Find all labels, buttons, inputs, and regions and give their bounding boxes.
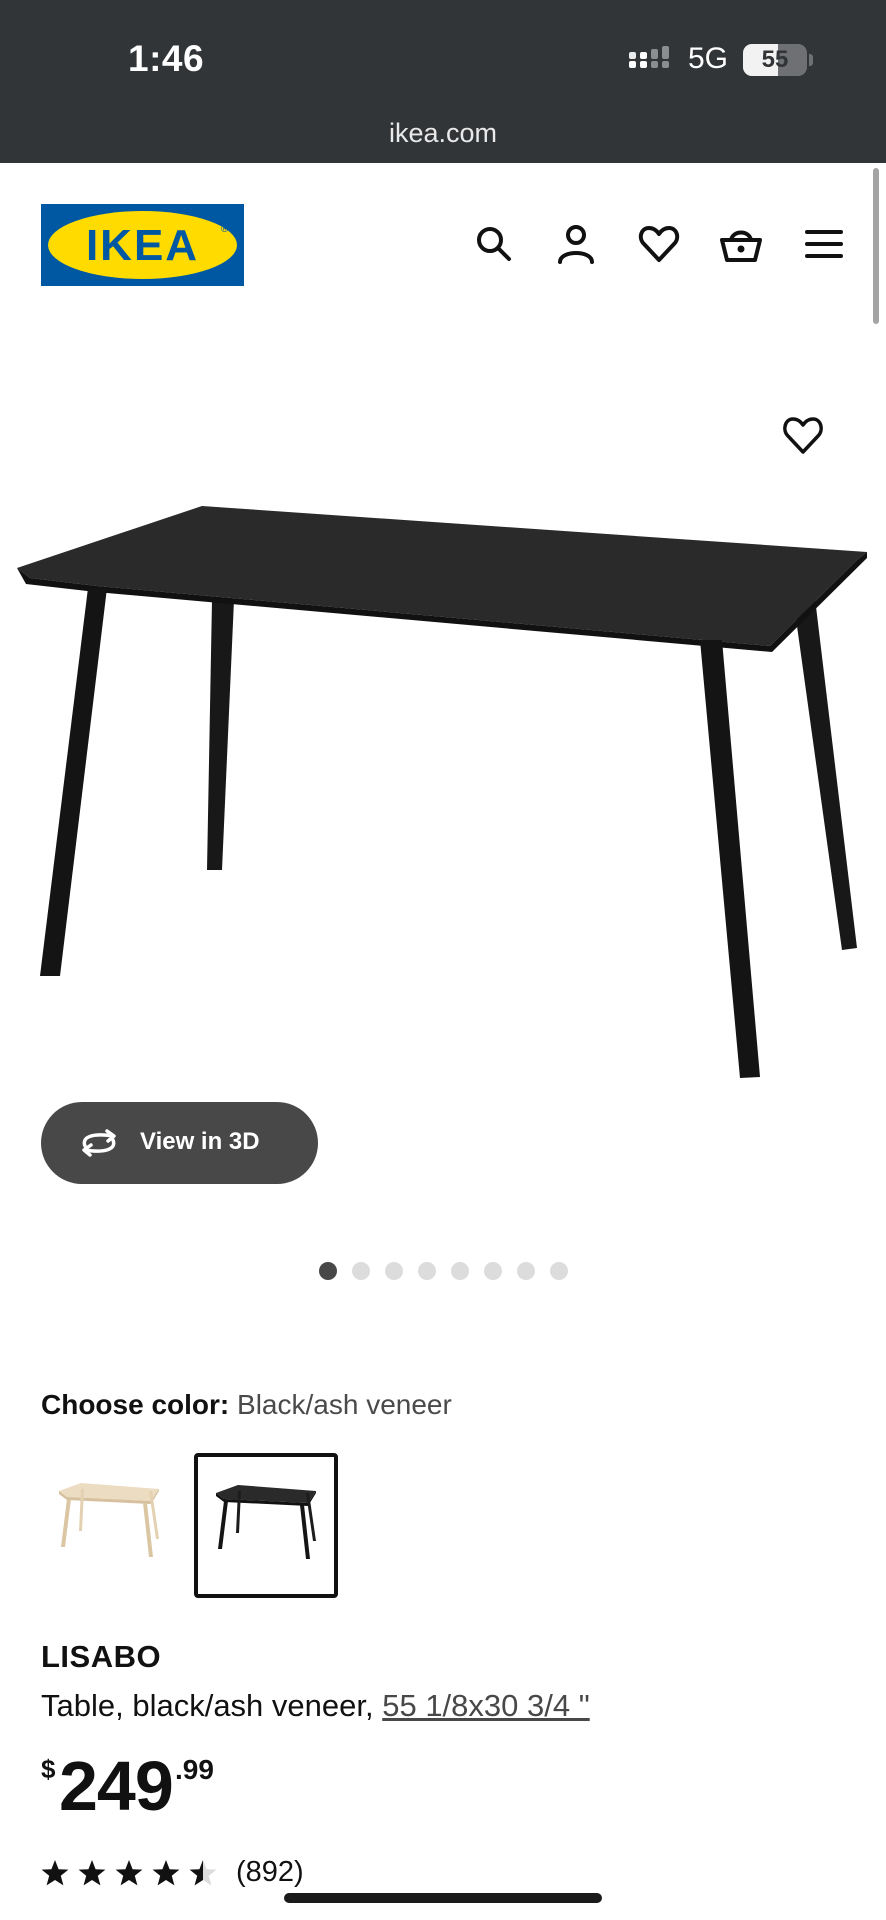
star-icon [41, 1860, 69, 1886]
home-indicator[interactable] [284, 1893, 602, 1903]
ikea-logo[interactable]: IKEA ® [41, 204, 244, 286]
pagination-dot[interactable] [352, 1262, 370, 1280]
pagination-dot[interactable] [418, 1262, 436, 1280]
battery-cap [809, 54, 813, 66]
pagination-dot[interactable] [550, 1262, 568, 1280]
menu-icon[interactable] [802, 222, 846, 266]
status-bar: 1:46 5G 55 ikea.com [0, 0, 886, 163]
signal-icon [629, 46, 669, 68]
star-icon [152, 1860, 180, 1886]
battery-level: 55 [761, 46, 789, 73]
search-icon[interactable] [472, 222, 516, 266]
pagination-dot[interactable] [451, 1262, 469, 1280]
rotate-3d-icon [82, 1129, 116, 1157]
status-time: 1:46 [128, 38, 205, 79]
address-bar[interactable]: ikea.com [0, 118, 886, 149]
rating-stars[interactable] [41, 1858, 219, 1888]
product-description: Table, black/ash veneer, 55 1/8x30 3/4 " [41, 1688, 590, 1724]
pagination-dot[interactable] [484, 1262, 502, 1280]
pagination-dot[interactable] [385, 1262, 403, 1280]
account-icon[interactable] [554, 222, 598, 266]
pagination-dot[interactable] [319, 1262, 337, 1280]
choose-color-label: Choose color: [41, 1389, 230, 1420]
pagination-dot[interactable] [517, 1262, 535, 1280]
product-type: Table, black/ash veneer, [41, 1688, 383, 1723]
product-image[interactable] [12, 500, 874, 1100]
heart-icon[interactable] [637, 222, 681, 266]
product-dimensions-link[interactable]: 55 1/8x30 3/4 " [382, 1688, 590, 1723]
view-in-3d-label: View in 3D [140, 1128, 260, 1155]
price-whole: 249 [59, 1747, 174, 1825]
page-scrollbar[interactable] [873, 168, 879, 324]
product-name: LISABO [41, 1639, 162, 1674]
star-icon [115, 1860, 143, 1886]
view-in-3d-button[interactable]: View in 3D [41, 1102, 318, 1184]
color-chooser-heading: Choose color: Black/ash veneer [41, 1389, 452, 1421]
image-pagination [319, 1262, 568, 1280]
basket-icon[interactable] [719, 222, 763, 266]
network-type: 5G [688, 42, 729, 75]
review-count[interactable]: (892) [236, 1856, 304, 1889]
color-option-white-ash[interactable] [41, 1453, 185, 1598]
price-decimal: .99 [175, 1754, 214, 1785]
battery-icon: 55 [743, 44, 807, 76]
price-currency: $ [41, 1754, 56, 1784]
add-to-favorites-icon[interactable] [780, 413, 826, 457]
star-icon [78, 1860, 106, 1886]
color-thumbnail-black-ash [216, 1485, 316, 1559]
selected-color-value: Black/ash veneer [237, 1389, 452, 1420]
color-thumbnail-white-ash [59, 1483, 159, 1557]
logo-text: IKEA [85, 221, 200, 270]
color-option-black-ash[interactable] [194, 1453, 338, 1598]
